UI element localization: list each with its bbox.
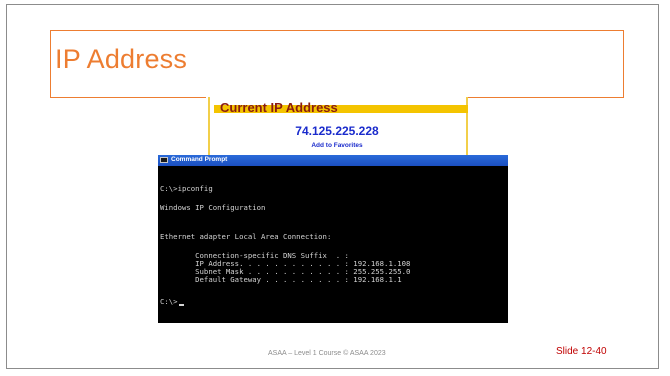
slide-number: Slide 12-40 — [556, 346, 607, 357]
console-line: Windows IP Configuration — [160, 203, 266, 212]
slide-title: IP Address — [55, 44, 188, 74]
console-line: Ethernet adapter Local Area Connection: — [160, 232, 332, 241]
current-ip-panel: Current IP Address 74.125.225.228 Add to… — [206, 97, 468, 155]
ip-address-value: 74.125.225.228 — [295, 124, 379, 138]
title-box: IP Address — [50, 30, 624, 98]
window-title: Command Prompt — [171, 156, 228, 163]
console-line: Default Gateway . . . . . . . . . : 192.… — [160, 275, 402, 284]
console-icon — [160, 157, 168, 163]
text-cursor — [178, 304, 184, 306]
add-to-favorites-link[interactable]: Add to Favorites — [206, 142, 468, 149]
command-prompt-titlebar[interactable]: Command Prompt — [158, 155, 508, 166]
console-output[interactable]: C:\>ipconfig Windows IP Configuration Et… — [160, 170, 506, 320]
command-prompt-window: Command Prompt C:\>ipconfig Windows IP C… — [158, 155, 508, 323]
current-ip-heading: Current IP Address — [220, 100, 338, 115]
slide-footer: ASAA – Level 1 Course © ASAA 2023 — [268, 350, 386, 357]
prompt-text: C:\> — [160, 297, 178, 306]
console-line: C:\>ipconfig — [160, 184, 213, 193]
console-prompt-line: C:\> — [160, 297, 184, 306]
